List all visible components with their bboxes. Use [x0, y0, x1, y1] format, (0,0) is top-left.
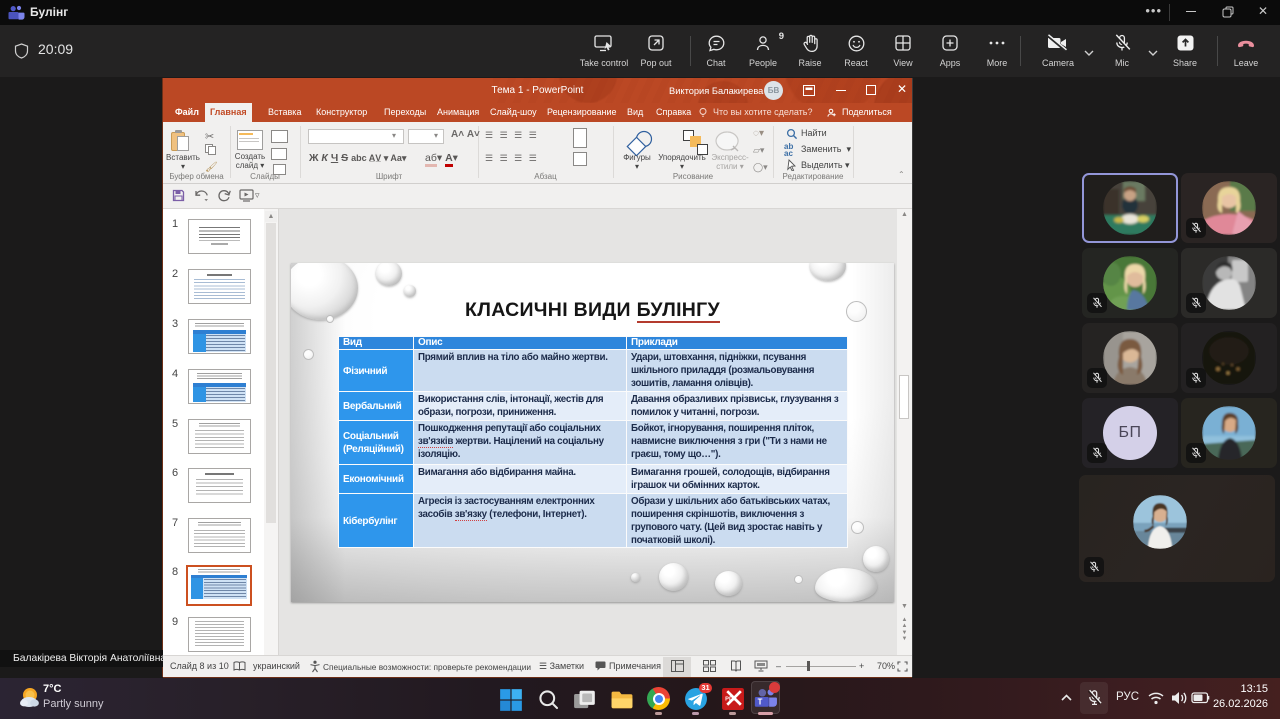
svg-text:T: T — [758, 697, 763, 706]
svg-text:PDF: PDF — [725, 697, 737, 703]
